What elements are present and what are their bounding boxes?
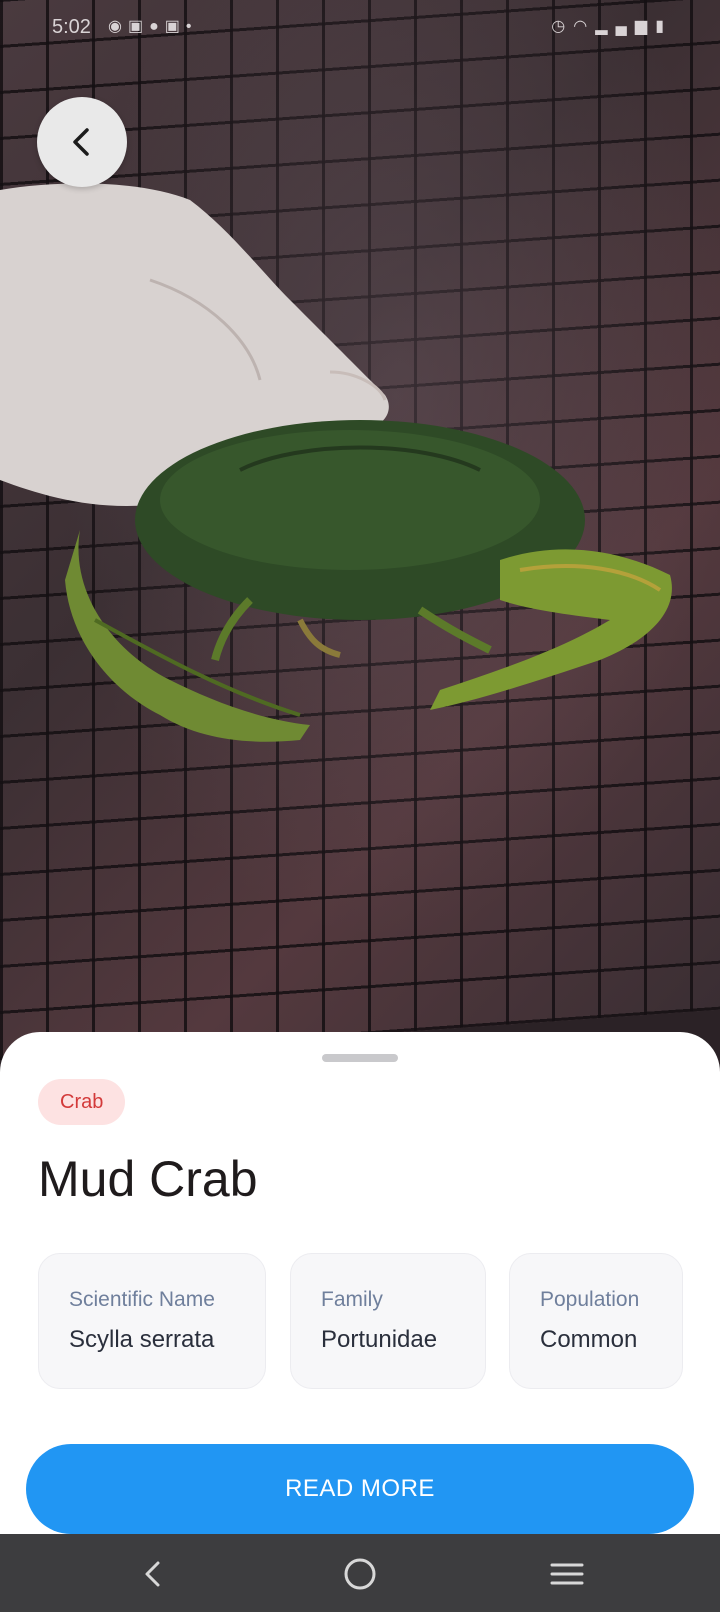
category-tag: Crab <box>38 1079 126 1125</box>
nav-home-button[interactable] <box>337 1551 383 1597</box>
chevron-left-icon <box>73 128 89 156</box>
info-value: Common <box>540 1326 638 1353</box>
recents-icon <box>550 1563 584 1585</box>
system-status-icons: ◷◠▂▄▆▮ <box>551 16 672 36</box>
info-card-population: Population Common <box>509 1253 683 1389</box>
facebook-icon: ▣ <box>164 18 186 35</box>
status-time: 5:02 <box>52 16 91 38</box>
info-label: Population <box>540 1288 640 1311</box>
back-button[interactable] <box>37 97 127 187</box>
alarm-icon: ◷ <box>551 18 574 35</box>
battery-icon: ▮ <box>655 18 672 35</box>
animal-name: Mud Crab <box>38 1151 258 1207</box>
notification-icons: ◉▣●▣• <box>108 16 198 36</box>
info-card-family: Family Portunidae <box>290 1253 486 1389</box>
back-icon <box>145 1561 160 1587</box>
messenger-icon: ◉ <box>108 18 128 35</box>
signal-icon: ▂▄▆ <box>595 18 656 35</box>
status-bar: 5:02 ◉▣●▣• ◷◠▂▄▆▮ <box>0 0 720 56</box>
info-value: Portunidae <box>321 1326 438 1353</box>
nav-back-button[interactable] <box>130 1551 176 1597</box>
chat-icon: ● <box>149 18 165 35</box>
facebook-icon: ▣ <box>127 18 150 35</box>
read-more-button[interactable]: READ MORE <box>26 1444 694 1534</box>
system-nav-bar <box>0 1534 720 1612</box>
info-card-scientific-name: Scientific Name Scylla serrata <box>38 1253 266 1389</box>
info-label: Family <box>321 1288 383 1311</box>
info-label: Scientific Name <box>69 1288 215 1311</box>
nav-recents-button[interactable] <box>544 1551 590 1597</box>
details-bottom-sheet: Crab Mud Crab Scientific Name Scylla ser… <box>0 1032 720 1534</box>
wifi-icon: ◠ <box>573 18 596 35</box>
home-icon <box>344 1558 376 1590</box>
drag-handle[interactable] <box>322 1054 398 1062</box>
info-value: Scylla serrata <box>69 1326 215 1353</box>
dot-icon: • <box>185 18 198 35</box>
